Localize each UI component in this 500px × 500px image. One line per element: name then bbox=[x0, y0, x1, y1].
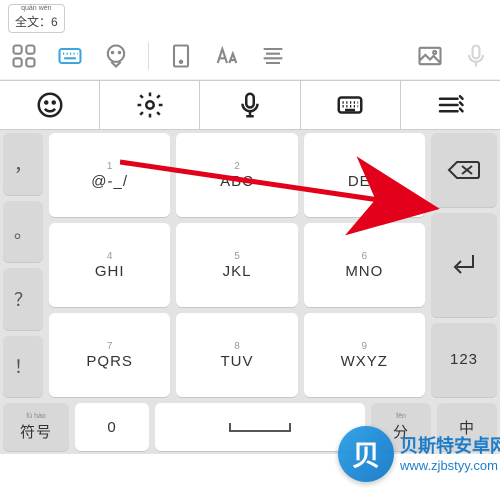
punct-question-key[interactable]: ？ bbox=[3, 268, 43, 330]
keyboard-area: ， 。 ？ ！ 1@-_/ 2ABC 3DEF 4GHI 5JKL 6MNO 7… bbox=[0, 130, 500, 400]
split-key[interactable]: fēn 分 bbox=[371, 403, 431, 451]
candidate-pinyin: quánwén bbox=[21, 5, 51, 13]
app-toolbar bbox=[0, 32, 500, 80]
settings-button[interactable] bbox=[100, 81, 200, 129]
toolbar-divider bbox=[148, 42, 149, 70]
watermark-url: www.zjbstyy.com bbox=[400, 458, 498, 473]
key-5-jkl[interactable]: 5JKL bbox=[176, 223, 297, 307]
face-icon[interactable] bbox=[102, 38, 130, 74]
key-7-pqrs[interactable]: 7PQRS bbox=[49, 313, 170, 397]
mic-icon[interactable] bbox=[462, 38, 490, 74]
key-8-tuv[interactable]: 8TUV bbox=[176, 313, 297, 397]
key-3-def[interactable]: 3DEF bbox=[304, 133, 425, 217]
space-icon bbox=[225, 417, 295, 437]
backspace-icon bbox=[447, 158, 481, 182]
keyboard-toggle-button[interactable] bbox=[301, 81, 401, 129]
punct-comma-key[interactable]: ， bbox=[3, 133, 43, 195]
font-icon[interactable] bbox=[213, 38, 241, 74]
key-4-ghi[interactable]: 4GHI bbox=[49, 223, 170, 307]
punct-exclaim-key[interactable]: ！ bbox=[3, 336, 43, 398]
grid-icon[interactable] bbox=[10, 38, 38, 74]
key-6-mno[interactable]: 6MNO bbox=[304, 223, 425, 307]
key-9-wxyz[interactable]: 9WXYZ bbox=[304, 313, 425, 397]
voice-button[interactable] bbox=[200, 81, 300, 129]
symbol-key[interactable]: fúhào 符号 bbox=[3, 403, 69, 451]
emoji-button[interactable] bbox=[0, 81, 100, 129]
handwrite-button[interactable] bbox=[401, 81, 500, 129]
align-icon[interactable] bbox=[259, 38, 287, 74]
image-icon[interactable] bbox=[416, 38, 444, 74]
keyboard-icon[interactable] bbox=[56, 38, 84, 74]
candidate-text: 全文：6 bbox=[15, 13, 58, 30]
keyboard-function-row bbox=[0, 80, 500, 130]
punct-period-key[interactable]: 。 bbox=[3, 201, 43, 263]
candidate-box[interactable]: quánwén 全文：6 bbox=[8, 4, 65, 33]
numeric-key[interactable]: 123 bbox=[431, 323, 497, 397]
enter-icon bbox=[449, 251, 479, 279]
page-icon[interactable] bbox=[167, 38, 195, 74]
lang-key[interactable]: 中 bbox=[437, 403, 497, 451]
enter-key[interactable] bbox=[431, 213, 497, 317]
key-2-abc[interactable]: 2ABC bbox=[176, 133, 297, 217]
backspace-key[interactable] bbox=[431, 133, 497, 207]
key-0[interactable]: 0 bbox=[75, 403, 149, 451]
space-key[interactable] bbox=[155, 403, 365, 451]
key-1[interactable]: 1@-_/ bbox=[49, 133, 170, 217]
keyboard-bottom-row: fúhào 符号 0 fēn 分 中 bbox=[0, 400, 500, 454]
